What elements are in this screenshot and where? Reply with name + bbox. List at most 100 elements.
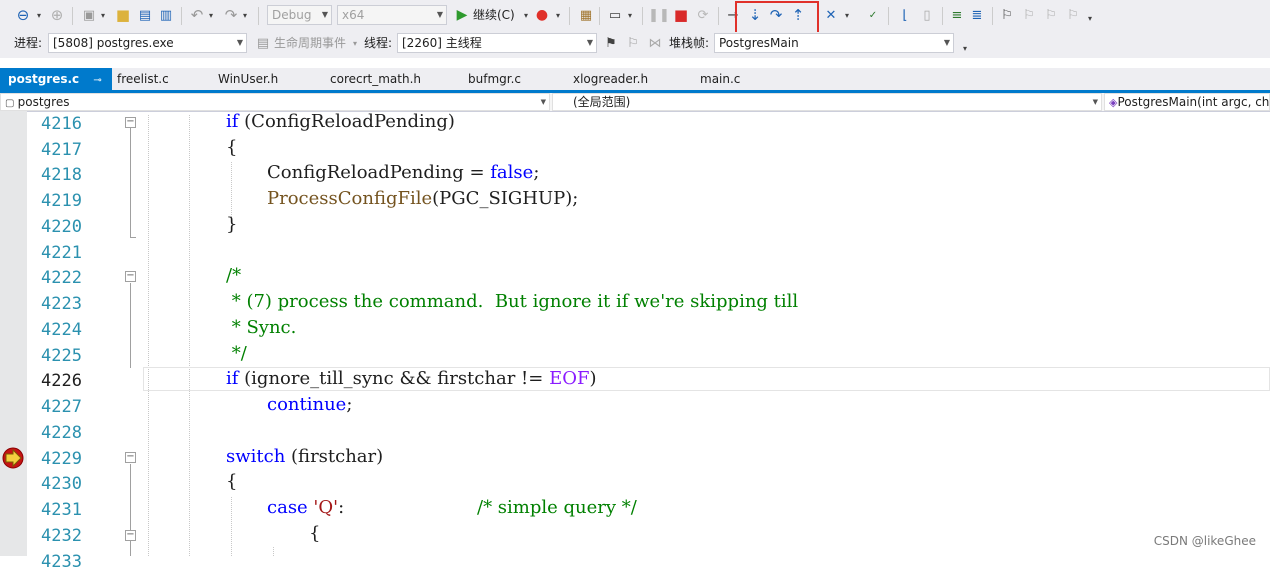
- clear-bookmarks-icon[interactable]: ⚐: [1064, 5, 1082, 25]
- step-buttons-highlight: [735, 1, 819, 36]
- prev-bookmark-icon[interactable]: ⚐: [1020, 5, 1038, 25]
- code-line-4231: case 'Q':/* simple query */: [267, 497, 637, 518]
- spell-check-icon[interactable]: ✓: [864, 5, 882, 25]
- continue-button[interactable]: 继续(C): [473, 5, 515, 25]
- platform-dropdown[interactable]: x64 ▼: [337, 5, 447, 25]
- attach-process-icon[interactable]: ▦: [577, 5, 595, 25]
- hex-display-icon[interactable]: ✕: [822, 5, 840, 25]
- forward-icon[interactable]: ⊕: [48, 5, 66, 25]
- chevron-down-icon[interactable]: ▾: [351, 33, 359, 53]
- line-number: 4217: [41, 140, 82, 160]
- debug-location-toolbar: 进程: [5808] postgres.exe ▼ ▤ 生命周期事件 ▾ 线程: …: [0, 32, 1270, 58]
- line-number: 4221: [41, 243, 82, 263]
- chevron-down-icon[interactable]: ▾: [960, 38, 970, 58]
- line-numbers: 4216 4217 4218 4219 4220 4221 4222 4223 …: [27, 111, 82, 572]
- uncomment-icon[interactable]: ▯: [918, 5, 936, 25]
- undo-icon[interactable]: ↶: [188, 5, 206, 25]
- next-bookmark-icon[interactable]: ⚐: [1042, 5, 1060, 25]
- line-number: 4230: [41, 474, 82, 494]
- current-line-number: 4226: [41, 371, 82, 391]
- collapse-toggle-icon[interactable]: −: [125, 117, 136, 128]
- collapse-toggle-icon[interactable]: −: [125, 530, 136, 541]
- hot-reload-icon[interactable]: ●: [534, 5, 550, 25]
- tab-main-c[interactable]: main.c: [692, 68, 782, 90]
- code-editor[interactable]: if (ConfigReloadPending) { ConfigReloadP…: [143, 111, 1270, 556]
- code-line-4230: {: [226, 471, 238, 492]
- flag-thread-icon[interactable]: ⚑: [603, 33, 619, 53]
- toggle-comment-icon[interactable]: ⌊: [896, 5, 914, 25]
- line-number: 4220: [41, 217, 82, 237]
- tab-freelist-c[interactable]: freelist.c: [109, 68, 209, 90]
- stop-icon[interactable]: ■: [672, 5, 690, 25]
- configuration-dropdown[interactable]: Debug ▼: [267, 5, 332, 25]
- outdent-icon[interactable]: ≣: [968, 5, 986, 25]
- tab-corecrt-math-h[interactable]: corecrt_math.h: [322, 68, 458, 90]
- thread-dropdown[interactable]: [2260] 主线程 ▼: [397, 33, 597, 53]
- thread-label: 线程:: [364, 36, 393, 50]
- breakpoint-current-statement-icon[interactable]: [2, 447, 25, 469]
- chevron-down-icon[interactable]: ▾: [98, 5, 108, 25]
- code-line-4229: switch (firstchar): [226, 446, 384, 467]
- save-icon[interactable]: ▤: [136, 5, 154, 25]
- line-number: 4233: [41, 552, 82, 572]
- play-icon[interactable]: ▶: [454, 5, 470, 25]
- chevron-down-icon[interactable]: ▾: [1085, 8, 1095, 28]
- collapse-toggle-icon[interactable]: −: [125, 271, 136, 282]
- function-dropdown[interactable]: ◈PostgresMain(int argc, ch: [1104, 93, 1270, 111]
- line-number: 4222: [41, 268, 82, 288]
- new-project-icon[interactable]: ▣: [80, 5, 98, 25]
- restart-icon[interactable]: ⟳: [694, 5, 712, 25]
- line-number: 4231: [41, 500, 82, 520]
- chevron-down-icon[interactable]: ▾: [206, 5, 216, 25]
- line-number: 4223: [41, 294, 82, 314]
- chevron-down-icon[interactable]: ▾: [553, 5, 563, 25]
- line-number: 4228: [41, 423, 82, 443]
- line-number: 4227: [41, 397, 82, 417]
- chevron-down-icon[interactable]: ▾: [625, 5, 635, 25]
- tab-xlogreader-h[interactable]: xlogreader.h: [565, 68, 685, 90]
- breakpoint-gutter[interactable]: [0, 111, 27, 556]
- line-number: 4224: [41, 320, 82, 340]
- lifecycle-events-icon[interactable]: ▤: [255, 33, 271, 53]
- line-number: 4232: [41, 526, 82, 546]
- filter-icon[interactable]: ⋈: [647, 33, 663, 53]
- collapse-toggle-icon[interactable]: −: [125, 452, 136, 463]
- project-icon: ▢: [5, 98, 18, 109]
- line-number: 4229: [41, 449, 82, 469]
- scope-dropdown[interactable]: (全局范围) ▼: [552, 93, 1102, 111]
- stack-frame-label: 堆栈帧:: [669, 36, 710, 50]
- process-label: 进程:: [14, 36, 43, 50]
- flag-icon[interactable]: ⚐: [625, 33, 641, 53]
- lifecycle-events-button[interactable]: 生命周期事件: [274, 33, 346, 53]
- code-line-4219: ProcessConfigFile(PGC_SIGHUP);: [267, 188, 579, 209]
- save-all-icon[interactable]: ▥: [157, 5, 175, 25]
- back-icon[interactable]: ⊖: [14, 5, 32, 25]
- tab-postgres-c[interactable]: postgres.c ⊸ ×: [0, 68, 112, 110]
- main-toolbar: ⊖ ▾ ⊕ ▣ ▾ ■ ▤ ▥ ↶ ▾ ↷ ▾ Debug ▼ x64 ▼ ▶ 继续…: [0, 0, 1270, 36]
- code-line-4226: if (ignore_till_sync && firstchar != EOF…: [226, 368, 597, 389]
- code-line-4217: {: [226, 137, 238, 158]
- indent-icon[interactable]: ≡: [948, 5, 966, 25]
- chevron-down-icon[interactable]: ▾: [521, 5, 531, 25]
- code-line-4227: continue;: [267, 394, 353, 415]
- window-icon[interactable]: ▭: [606, 5, 624, 25]
- code-line-4224: * Sync.: [226, 317, 297, 338]
- open-folder-icon[interactable]: ■: [114, 5, 132, 25]
- chevron-down-icon[interactable]: ▾: [34, 5, 44, 25]
- code-line-4218: ConfigReloadPending = false;: [267, 162, 540, 183]
- pause-icon[interactable]: ❚❚: [648, 5, 670, 25]
- chevron-down-icon[interactable]: ▾: [240, 5, 250, 25]
- stack-frame-dropdown[interactable]: PostgresMain ▼: [714, 33, 954, 53]
- chevron-down-icon[interactable]: ▾: [842, 5, 852, 25]
- line-number: 4225: [41, 346, 82, 366]
- redo-icon[interactable]: ↷: [222, 5, 240, 25]
- process-dropdown[interactable]: [5808] postgres.exe ▼: [48, 33, 247, 53]
- line-number: 4216: [41, 114, 82, 134]
- navigation-bar: ▢ postgres ▼ (全局范围) ▼ ◈PostgresMain(int ar…: [0, 93, 1270, 112]
- bookmark-icon[interactable]: ⚐: [998, 5, 1016, 25]
- tab-winuser-h[interactable]: WinUser.h: [210, 68, 320, 90]
- code-line-4222: /*: [226, 265, 242, 286]
- code-line-4220: }: [226, 214, 238, 235]
- watermark: CSDN @likeGhee: [1153, 534, 1256, 548]
- tab-bufmgr-c[interactable]: bufmgr.c: [460, 68, 560, 90]
